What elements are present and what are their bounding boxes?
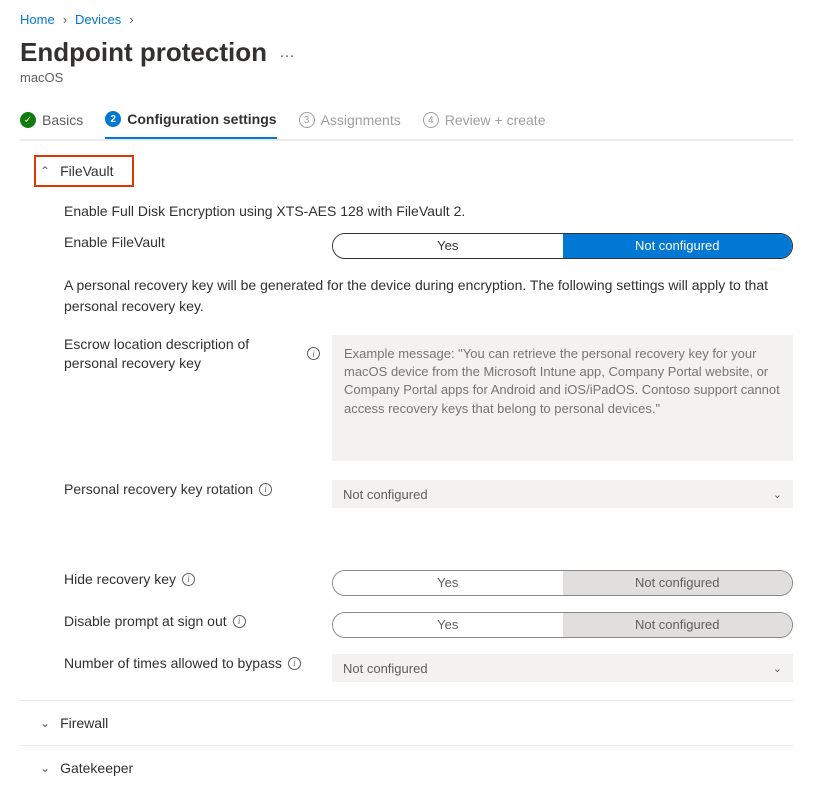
section-header-firewall[interactable]: ⌄ Firewall	[40, 715, 793, 731]
step-3-icon: 3	[299, 112, 315, 128]
info-icon[interactable]: i	[307, 347, 320, 360]
disable-prompt-yes[interactable]: Yes	[333, 613, 563, 637]
chevron-down-icon: ⌄	[773, 662, 782, 675]
tab-basics-label: Basics	[42, 112, 83, 128]
enable-filevault-yes[interactable]: Yes	[333, 234, 563, 258]
chevron-down-icon: ⌄	[40, 716, 50, 730]
section-header-filevault[interactable]: ⌃ FileVault	[34, 155, 134, 187]
bypass-value: Not configured	[343, 661, 428, 676]
section-title-firewall: Firewall	[60, 715, 108, 731]
info-icon[interactable]: i	[259, 483, 272, 496]
tab-assignments[interactable]: 3 Assignments	[299, 111, 401, 139]
tab-review-create[interactable]: 4 Review + create	[423, 111, 546, 139]
escrow-location-label: Escrow location description of personal …	[64, 335, 301, 373]
page-title: Endpoint protection	[20, 37, 267, 68]
breadcrumb-devices[interactable]: Devices	[75, 12, 121, 27]
tab-configuration-settings[interactable]: 2 Configuration settings	[105, 111, 276, 139]
enable-filevault-not-configured[interactable]: Not configured	[563, 234, 793, 258]
hide-key-label: Hide recovery key	[64, 570, 176, 589]
breadcrumb: Home › Devices ›	[20, 8, 793, 37]
enable-filevault-toggle[interactable]: Yes Not configured	[332, 233, 793, 259]
info-icon[interactable]: i	[233, 615, 246, 628]
step-2-icon: 2	[105, 111, 121, 127]
more-actions[interactable]: …	[279, 44, 296, 62]
breadcrumb-sep: ›	[129, 12, 133, 27]
hide-key-yes[interactable]: Yes	[333, 571, 563, 595]
escrow-location-input[interactable]	[332, 335, 793, 461]
bypass-select[interactable]: Not configured ⌄	[332, 654, 793, 682]
tab-assign-label: Assignments	[321, 112, 401, 128]
step-4-icon: 4	[423, 112, 439, 128]
section-title-filevault: FileVault	[60, 163, 113, 179]
disable-prompt-toggle[interactable]: Yes Not configured	[332, 612, 793, 638]
breadcrumb-sep: ›	[63, 12, 67, 27]
wizard-tabs: ✓ Basics 2 Configuration settings 3 Assi…	[20, 111, 793, 140]
page-subtitle: macOS	[20, 70, 793, 85]
chevron-down-icon: ⌄	[40, 761, 50, 775]
rotation-value: Not configured	[343, 487, 428, 502]
hide-key-not-configured[interactable]: Not configured	[563, 571, 793, 595]
bypass-label: Number of times allowed to bypass	[64, 654, 282, 673]
disable-prompt-label: Disable prompt at sign out	[64, 612, 227, 631]
info-icon[interactable]: i	[182, 573, 195, 586]
section-title-gatekeeper: Gatekeeper	[60, 760, 133, 776]
recovery-key-note: A personal recovery key will be generate…	[64, 275, 793, 317]
tab-review-label: Review + create	[445, 112, 546, 128]
rotation-label: Personal recovery key rotation	[64, 480, 253, 499]
enable-filevault-label: Enable FileVault	[64, 233, 332, 252]
chevron-up-icon: ⌃	[40, 164, 50, 178]
breadcrumb-home[interactable]: Home	[20, 12, 55, 27]
chevron-down-icon: ⌄	[773, 488, 782, 501]
section-header-gatekeeper[interactable]: ⌄ Gatekeeper	[40, 760, 793, 776]
tab-config-label: Configuration settings	[127, 111, 276, 127]
check-icon: ✓	[20, 112, 36, 128]
tab-basics[interactable]: ✓ Basics	[20, 111, 83, 139]
hide-key-toggle[interactable]: Yes Not configured	[332, 570, 793, 596]
rotation-select[interactable]: Not configured ⌄	[332, 480, 793, 508]
filevault-intro: Enable Full Disk Encryption using XTS-AE…	[64, 203, 793, 219]
disable-prompt-not-configured[interactable]: Not configured	[563, 613, 793, 637]
info-icon[interactable]: i	[288, 657, 301, 670]
